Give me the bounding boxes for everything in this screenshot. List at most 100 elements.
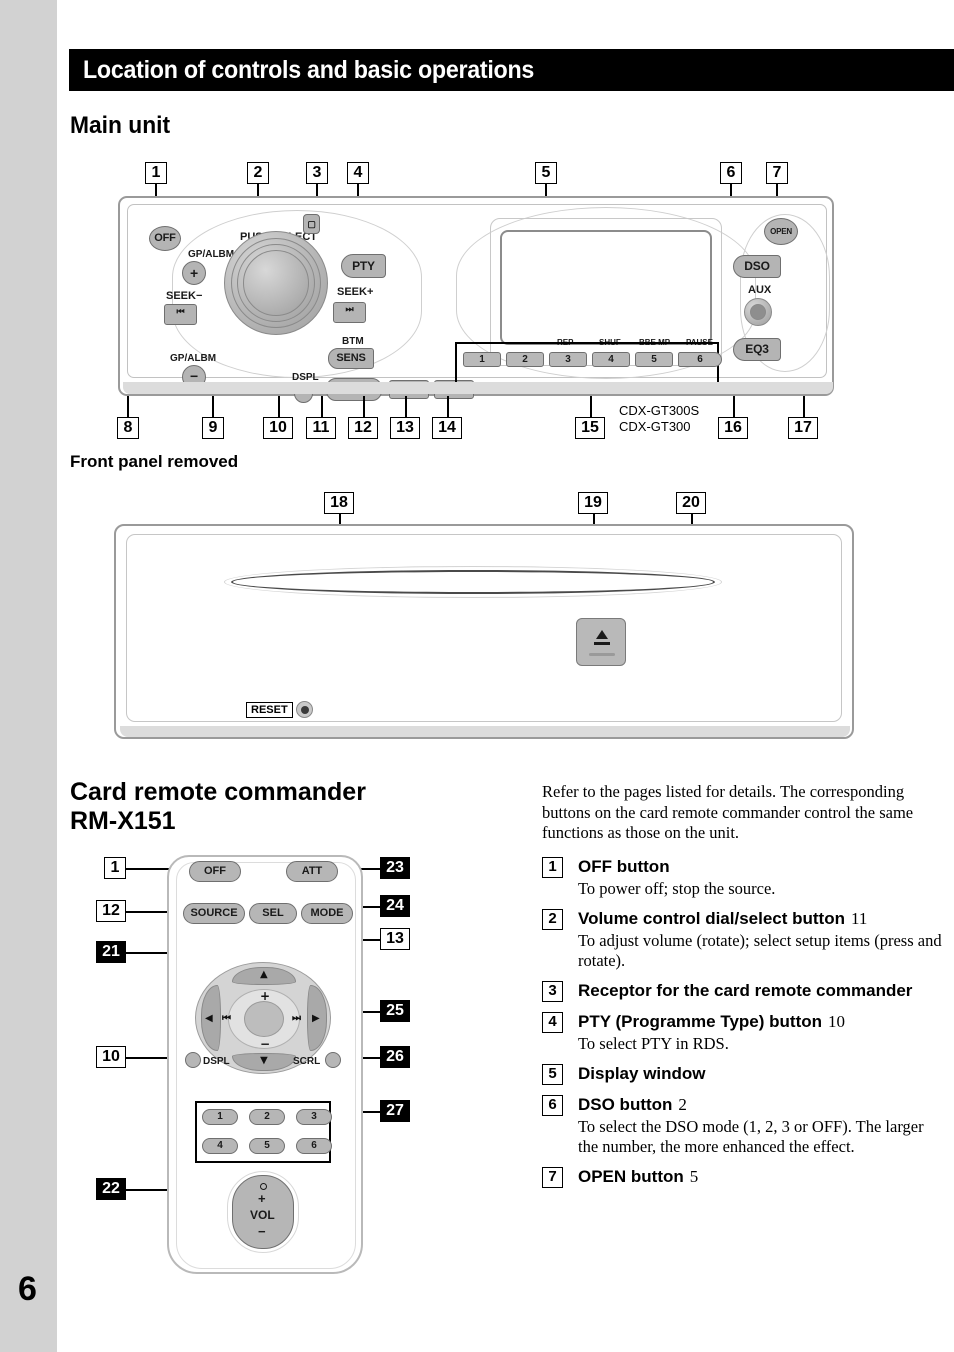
item-title: OFF button [578,856,942,878]
remote-source-button[interactable]: SOURCE [183,903,245,924]
dso-button[interactable]: DSO [733,255,781,278]
reset-button[interactable] [296,701,313,718]
item-title: PTY (Programme Type) button 10 [578,1011,942,1033]
remote-preset-button-6[interactable]: 6 [296,1138,332,1154]
item-description: To select the DSO mode (1, 2, 3 or OFF).… [578,1116,924,1156]
remote-callout-21: 21 [96,941,126,963]
item-title-text: OFF button [578,856,670,876]
preset-button-2[interactable]: 2 [506,352,544,367]
btm-label: BTM [342,336,364,347]
remote-preset-button-3[interactable]: 3 [296,1109,332,1125]
section-header-bar: Location of controls and basic operation… [69,49,954,91]
remote-scrl-button[interactable] [325,1052,341,1068]
callout-1: 1 [145,162,167,184]
remote-callout-22: 22 [96,1178,126,1200]
page-gutter [0,0,57,1352]
dpad-seek-back-icon: ⏮ [222,1013,231,1024]
remote-att-button[interactable]: ATT [286,861,338,882]
item-title: Volume control dial/select button 11 [578,908,942,930]
remote-callout-1: 1 [104,857,126,879]
dpad-center[interactable] [244,1001,284,1037]
item-description: To power off; stop the source. [578,878,776,898]
item-page-ref: 2 [678,1094,687,1114]
remote-preset-button-5[interactable]: 5 [249,1138,285,1154]
remote-mode-button[interactable]: MODE [301,903,353,924]
callout-19: 19 [578,492,608,514]
callout-13: 13 [390,417,420,439]
seek-back-glyph: ⏮ [176,306,185,316]
remote-sel-button[interactable]: SEL [249,903,297,924]
item-title-text: DSO button [578,1094,673,1114]
callout-5: 5 [535,162,557,184]
preset-button-5[interactable]: 5 [635,352,673,367]
remote-vol-label: VOL [250,1208,275,1222]
pty-button[interactable]: PTY [341,254,386,278]
leader-12 [363,396,365,417]
open-button[interactable]: OPEN [764,218,798,245]
model-label-gt300: CDX-GT300 [619,419,691,434]
remote-preset-button-1[interactable]: 1 [202,1109,238,1125]
callout-17: 17 [788,417,818,439]
remote-callout-24: 24 [380,895,410,917]
dpad-arrow-right-icon: ▶ [312,1013,320,1024]
item-page-ref: 10 [828,1011,846,1031]
callout-7: 7 [766,162,788,184]
callout-8: 8 [117,417,139,439]
description-item: 7 OPEN button 5 [542,1166,942,1188]
remote-volume-button[interactable]: + VOL − [232,1175,294,1249]
preset-button-6[interactable]: 6 [678,352,722,367]
remote-callout-27: 27 [380,1100,410,1122]
eject-icon-bar [594,642,610,645]
description-item: 6 DSO button 2 To select the DSO mode (1,… [542,1094,942,1157]
page-title: Location of controls and basic operation… [83,56,535,84]
dpad-minus-label: − [260,1037,271,1051]
off-button[interactable]: OFF [149,226,181,251]
description-item: 4 PTY (Programme Type) button 10 To selec… [542,1011,942,1054]
dpad-arrow-up-icon: ▲ [260,969,268,980]
front-panel-inner-bezel [126,534,842,722]
item-title: DSO button 2 [578,1094,942,1116]
eject-button-groove [589,653,615,656]
item-description: To select PTY in RDS. [578,1033,729,1053]
leader-8 [127,396,129,417]
dpad-seek-fwd-icon: ⏭ [292,1013,301,1024]
gp-albm-up-button[interactable]: + [182,261,206,285]
remote-callout-13: 13 [380,928,410,950]
leader-17 [803,396,805,417]
model-label-gt300s: CDX-GT300S [619,403,700,418]
sens-button[interactable]: SENS [328,348,374,369]
seek-back-button[interactable]: ⏮ [164,304,197,325]
gp-albm-bottom-label: GP/ALBM [170,353,217,364]
eject-button[interactable] [576,618,626,666]
description-column: Refer to the pages listed for details. T… [542,782,942,1197]
remote-off-button[interactable]: OFF [189,861,241,882]
item-title-text: Volume control dial/select button [578,908,845,928]
page-sheet: Location of controls and basic operation… [57,0,954,1352]
callout-16: 16 [718,417,748,439]
remote-preset-button-4[interactable]: 4 [202,1138,238,1154]
callout-6: 6 [720,162,742,184]
item-number: 1 [542,856,563,878]
description-item: 5 Display window [542,1063,942,1085]
remote-scrl-label: SCRL [293,1056,321,1067]
item-number: 2 [542,908,563,930]
main-unit-base [123,382,833,394]
eq3-button[interactable]: EQ3 [733,338,781,361]
item-number: 4 [542,1011,563,1033]
ir-receptor-icon: ▢ [303,214,320,234]
remote-preset-button-2[interactable]: 2 [249,1109,285,1125]
preset-button-3[interactable]: 3 [549,352,587,367]
volume-dial[interactable] [224,231,328,335]
remote-dspl-button[interactable] [185,1052,201,1068]
front-panel-removed-unit: RESET [114,524,854,739]
remote-dspl-label: DSPL [203,1056,230,1067]
seek-fwd-button[interactable]: ⏭ [333,302,366,323]
leader-9 [212,396,214,417]
preset-button-1[interactable]: 1 [463,352,501,367]
intro-paragraph: Refer to the pages listed for details. T… [542,782,914,842]
display-window [500,230,712,345]
item-title: Receptor for the card remote commander [578,980,942,1002]
seek-plus-label: SEEK+ [337,286,374,298]
leader-16 [733,396,735,417]
preset-button-4[interactable]: 4 [592,352,630,367]
